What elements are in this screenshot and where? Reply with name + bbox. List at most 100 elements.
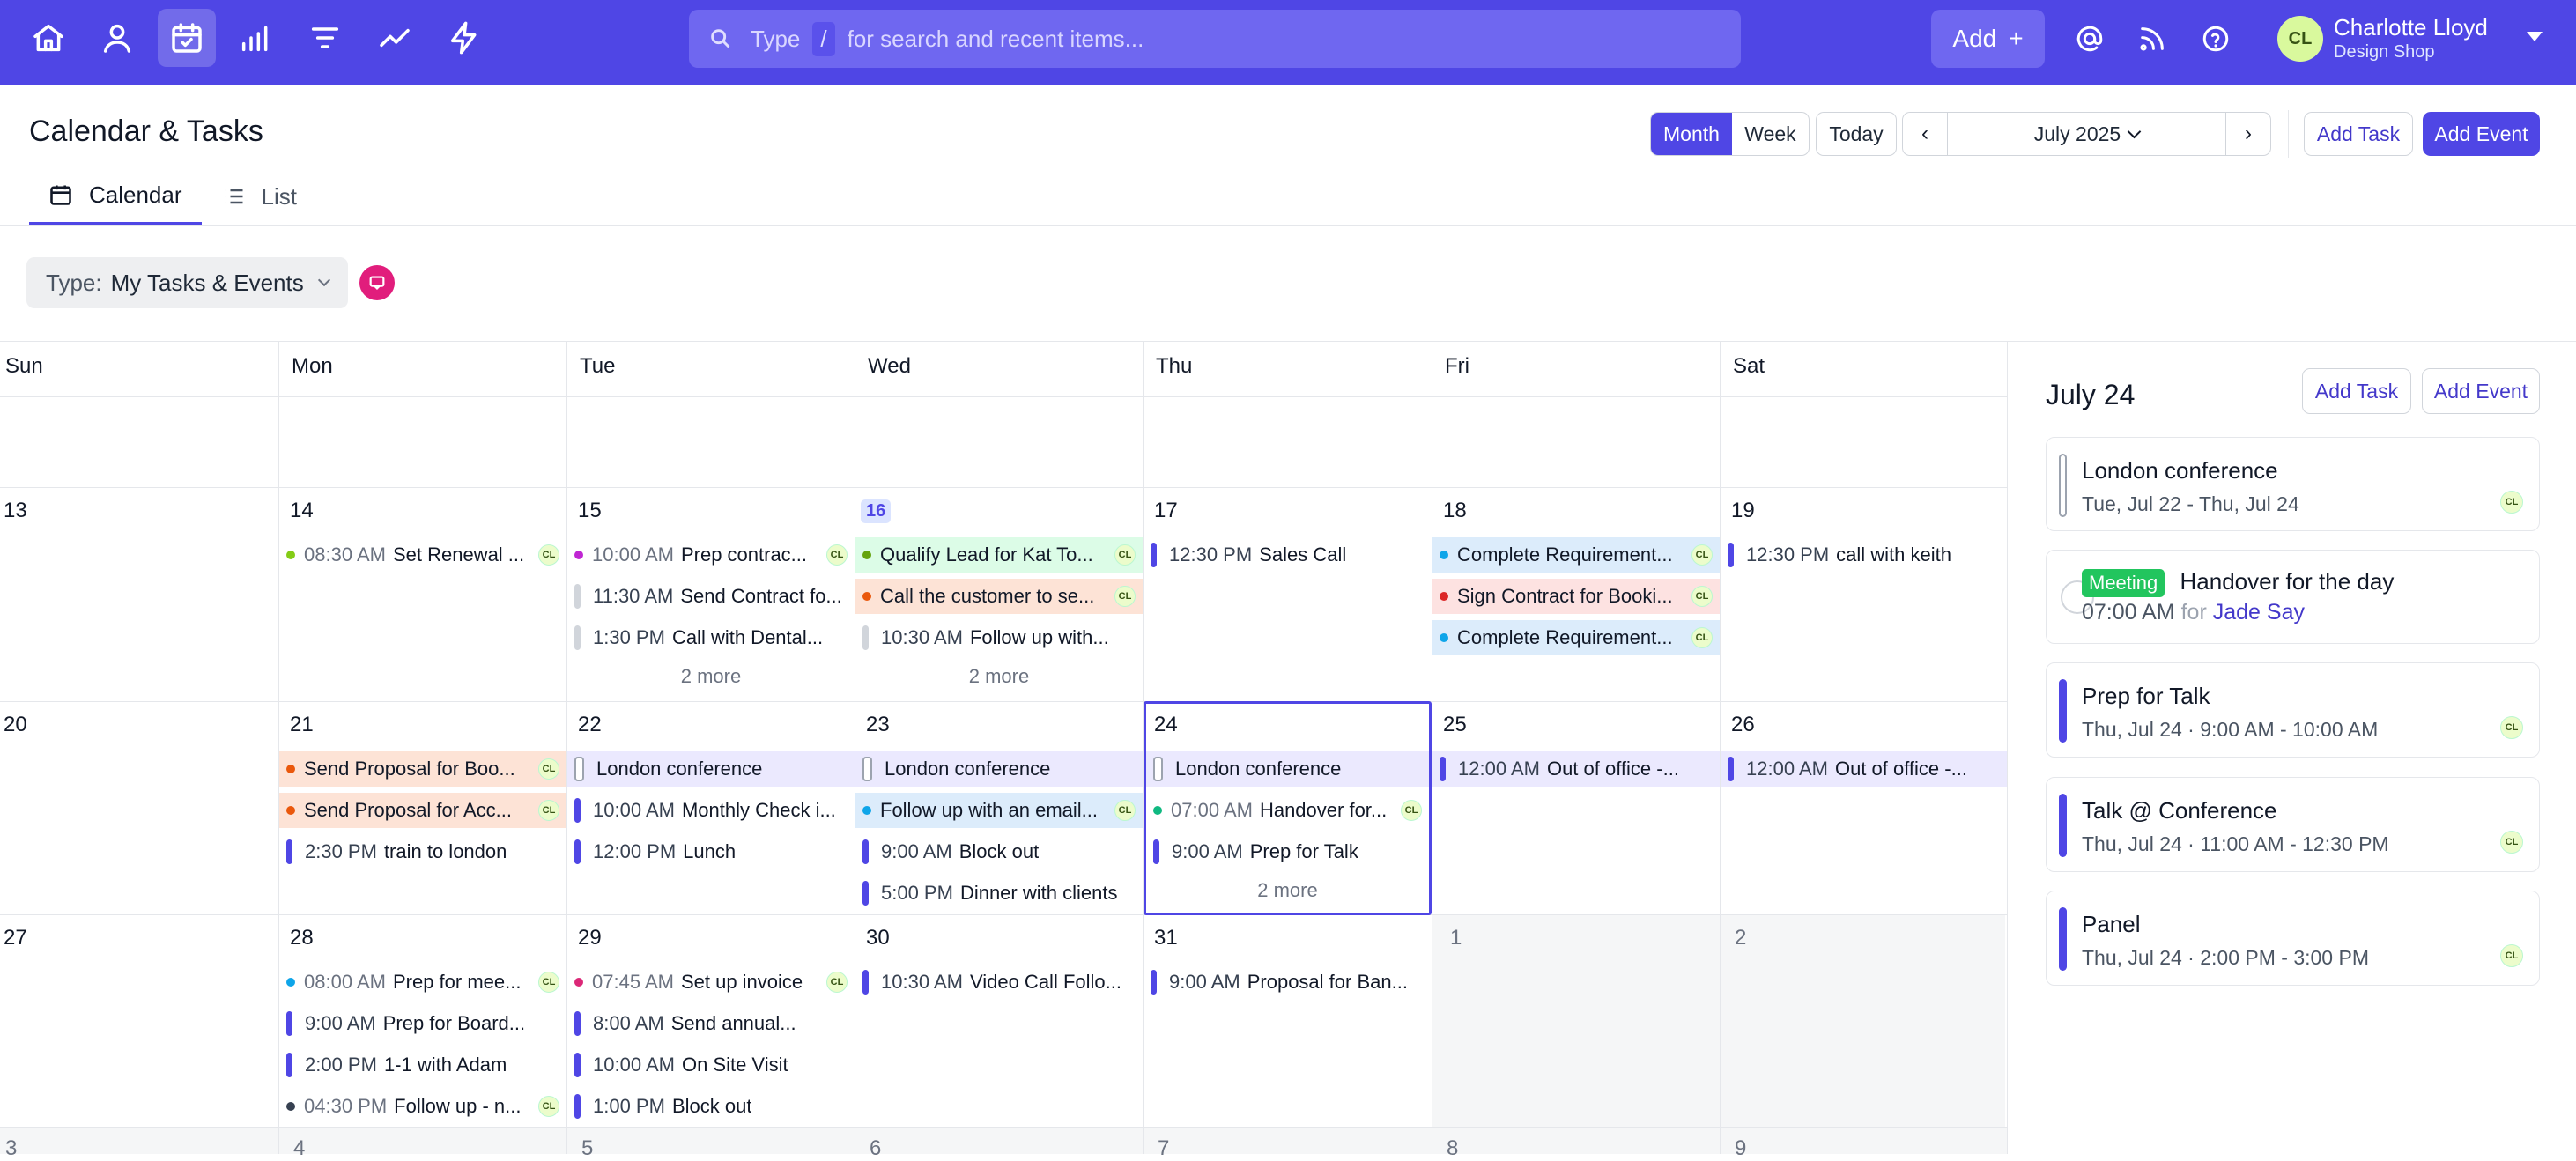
day-number[interactable]: 13 [4, 499, 27, 523]
agenda-task-card[interactable]: Meeting Handover for the day 07:00 AM fo… [2046, 550, 2540, 644]
agenda-card[interactable]: Talk @ Conference Thu, Jul 24 · 11:00 AM… [2046, 777, 2540, 872]
calendar-event[interactable]: 8:00 AM Send annual... [567, 1006, 855, 1041]
multi-day-event[interactable]: 12:00 AM Out of office -... [1721, 751, 2007, 787]
agenda-card[interactable]: Panel Thu, Jul 24 · 2:00 PM - 3:00 PM CL [2046, 891, 2540, 986]
calendar-task[interactable]: Complete Requirement... CL [1432, 620, 1720, 655]
related-contact-link[interactable]: Jade Say [2213, 600, 2305, 625]
automation-icon[interactable] [435, 9, 493, 67]
calendar-event[interactable]: 10:30 AM Follow up with... [855, 620, 1143, 655]
today-button[interactable]: Today [1816, 112, 1897, 156]
day-number[interactable]: 1 [1450, 926, 1462, 950]
panel-add-task-button[interactable]: Add Task [2302, 368, 2411, 414]
day-number[interactable]: 25 [1443, 713, 1467, 737]
day-number[interactable]: 15 [578, 499, 602, 523]
tab-calendar[interactable]: Calendar [29, 167, 202, 226]
calendar-event[interactable]: 12:30 PM call with keith [1721, 537, 2007, 573]
panel-add-event-button[interactable]: Add Event [2422, 368, 2540, 414]
day-number[interactable]: 3 [5, 1136, 17, 1161]
day-number[interactable]: 18 [1443, 499, 1467, 523]
more-events-link[interactable]: 2 more [855, 665, 1143, 688]
day-number[interactable]: 26 [1731, 713, 1755, 737]
day-number[interactable]: 4 [293, 1136, 305, 1161]
search-input[interactable]: Type / for search and recent items... [689, 10, 1741, 68]
user-avatar[interactable]: CL [2277, 16, 2323, 62]
month-picker[interactable]: July 2025 [1947, 113, 2226, 155]
calendar-event[interactable]: 2:30 PM train to london [279, 834, 566, 869]
day-number[interactable]: 5 [581, 1136, 593, 1161]
multi-day-event[interactable]: 12:00 AM Out of office -... [1432, 751, 1720, 787]
help-icon[interactable] [2196, 19, 2235, 58]
day-number[interactable]: 2 [1735, 926, 1746, 950]
day-number[interactable]: 6 [870, 1136, 881, 1161]
calendar-event[interactable]: 10:00 AM On Site Visit [567, 1047, 855, 1083]
multi-day-event[interactable]: London conference [855, 751, 1143, 787]
prev-month-icon[interactable]: ‹ [1903, 113, 1947, 155]
calendar-task[interactable]: 04:30 PM Follow up - n... CL [279, 1089, 566, 1124]
agenda-card[interactable]: London conference Tue, Jul 22 - Thu, Jul… [2046, 437, 2540, 531]
calendar-event[interactable]: 5:00 PM Dinner with clients [855, 876, 1143, 911]
calendar-event[interactable]: 10:00 AM Monthly Check i... [567, 793, 855, 828]
pipeline-icon[interactable] [296, 9, 354, 67]
calendar-event[interactable]: 11:30 AM Send Contract fo... [567, 579, 855, 614]
calendar-task[interactable]: Send Proposal for Acc... CL [279, 793, 566, 828]
user-name[interactable]: Charlotte Lloyd [2334, 14, 2488, 41]
multi-day-event[interactable]: London conference [1146, 751, 1429, 787]
day-number[interactable]: 28 [290, 926, 314, 950]
day-number[interactable]: 19 [1731, 499, 1755, 523]
calendar-task[interactable]: Sign Contract for Booki... CL [1432, 579, 1720, 614]
reports-icon[interactable] [226, 9, 285, 67]
calendar-task[interactable]: Follow up with an email... CL [855, 793, 1143, 828]
day-number[interactable]: 30 [866, 926, 890, 950]
tab-list[interactable]: List [202, 167, 316, 226]
mentions-icon[interactable] [2070, 19, 2109, 58]
chevron-down-icon[interactable] [2527, 32, 2543, 41]
day-number[interactable]: 8 [1447, 1136, 1458, 1161]
calendar-event[interactable]: 9:00 AM Prep for Board... [279, 1006, 566, 1041]
add-event-button[interactable]: Add Event [2423, 112, 2540, 156]
add-task-button[interactable]: Add Task [2304, 112, 2413, 156]
more-events-link[interactable]: 2 more [1144, 879, 1432, 902]
calendar-task[interactable]: Send Proposal for Boo... CL [279, 751, 566, 787]
calendar-event[interactable]: 2:00 PM 1-1 with Adam [279, 1047, 566, 1083]
feed-icon[interactable] [2133, 19, 2172, 58]
day-number[interactable]: 14 [290, 499, 314, 523]
calendar-task[interactable]: 08:30 AM Set Renewal ... CL [279, 537, 566, 573]
calendar-event[interactable]: 1:00 PM Block out [567, 1089, 855, 1124]
day-number[interactable]: 27 [4, 926, 27, 950]
calendar-task[interactable]: Call the customer to se... CL [855, 579, 1143, 614]
multi-day-event[interactable]: London conference [567, 751, 855, 787]
day-number[interactable]: 20 [4, 713, 27, 737]
calendar-task[interactable]: 07:45 AM Set up invoice CL [567, 965, 855, 1000]
next-month-icon[interactable]: › [2226, 113, 2270, 155]
chat-bubble-icon[interactable] [359, 265, 395, 300]
day-number[interactable]: 31 [1154, 926, 1178, 950]
home-icon[interactable] [19, 9, 78, 67]
day-number[interactable]: 17 [1154, 499, 1178, 523]
calendar-nav-icon[interactable] [158, 9, 216, 67]
calendar-task[interactable]: Qualify Lead for Kat To... CL [855, 537, 1143, 573]
calendar-event[interactable]: 12:00 PM Lunch [567, 834, 855, 869]
agenda-card[interactable]: Prep for Talk Thu, Jul 24 · 9:00 AM - 10… [2046, 662, 2540, 758]
analytics-icon[interactable] [366, 9, 424, 67]
day-number[interactable]: 9 [1735, 1136, 1746, 1161]
calendar-event[interactable]: 10:30 AM Video Call Follo... [855, 965, 1143, 1000]
month-view-button[interactable]: Month [1651, 113, 1732, 155]
day-number[interactable]: 21 [290, 713, 314, 737]
week-view-button[interactable]: Week [1732, 113, 1809, 155]
day-number[interactable]: 7 [1158, 1136, 1169, 1161]
day-number[interactable]: 22 [578, 713, 602, 737]
day-number[interactable]: 23 [866, 713, 890, 737]
calendar-event[interactable]: 1:30 PM Call with Dental... [567, 620, 855, 655]
contacts-icon[interactable] [88, 9, 146, 67]
calendar-task[interactable]: 07:00 AM Handover for... CL [1146, 793, 1429, 828]
type-filter-dropdown[interactable]: Type: My Tasks & Events [26, 257, 348, 308]
calendar-event[interactable]: 12:30 PM Sales Call [1144, 537, 1432, 573]
calendar-event[interactable]: 9:00 AM Block out [855, 834, 1143, 869]
calendar-event[interactable]: 9:00 AM Proposal for Ban... [1144, 965, 1432, 1000]
add-button[interactable]: Add + [1931, 10, 2045, 68]
calendar-task[interactable]: 10:00 AM Prep contrac... CL [567, 537, 855, 573]
calendar-event[interactable]: 9:00 AM Prep for Talk [1146, 834, 1429, 869]
more-events-link[interactable]: 2 more [567, 665, 855, 688]
today-day-number[interactable]: 16 [861, 499, 892, 523]
calendar-task[interactable]: 08:00 AM Prep for mee... CL [279, 965, 566, 1000]
